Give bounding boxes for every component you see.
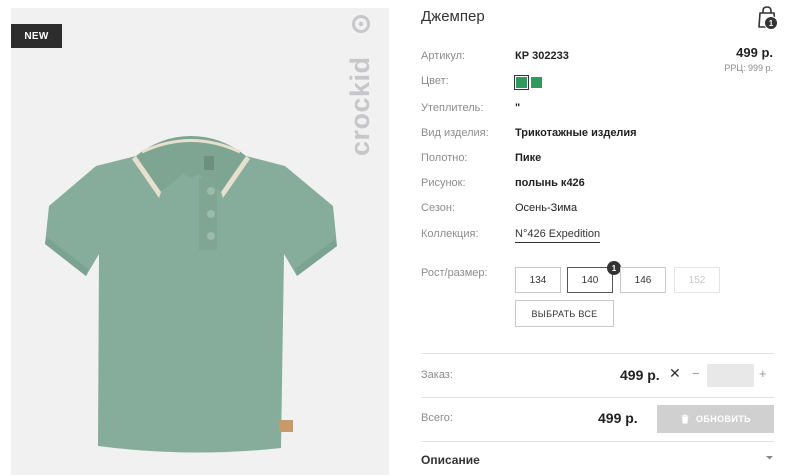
spec-label-season: Сезон: [421, 202, 455, 214]
cart-count-badge: 1 [764, 16, 778, 30]
brand-logo: crockid [345, 15, 375, 156]
spec-label-fabric: Полотно: [421, 152, 468, 164]
increment-button[interactable]: + [759, 366, 767, 381]
collection-link[interactable]: N°426 Expedition [515, 228, 601, 243]
decrement-button[interactable]: − [692, 366, 700, 381]
size-label: Рост/размер: [421, 267, 488, 279]
divider [421, 397, 774, 398]
divider [421, 441, 774, 442]
svg-text:crockid: crockid [345, 56, 375, 156]
polo-shirt-image [45, 136, 337, 453]
description-toggle[interactable]: Описание [421, 453, 480, 467]
update-cart-button[interactable]: ОБНОВИТЬ [657, 405, 774, 433]
order-label: Заказ: [421, 369, 453, 381]
spec-value-article: КР 302233 [515, 50, 569, 62]
spec-value-insulation: " [515, 102, 521, 114]
spec-value-season: Осень-Зима [515, 202, 578, 214]
spec-label-product-type: Вид изделия: [421, 127, 489, 139]
order-price: 499 р. [620, 367, 660, 383]
divider [421, 353, 774, 354]
size-option-152: 152 [674, 267, 720, 293]
spec-label-color: Цвет: [421, 75, 449, 87]
product-image[interactable]: NEW crockid [11, 8, 389, 475]
color-swatch[interactable] [531, 77, 542, 88]
product-rrp: РРЦ: 999 р. [724, 63, 773, 73]
size-option-146[interactable]: 146 [620, 267, 666, 293]
spec-value-product-type: Трикотажные изделия [515, 127, 637, 139]
spec-value-pattern: полынь к426 [515, 177, 585, 189]
cart-icon [681, 414, 689, 424]
spec-label-article: Артикул: [421, 50, 466, 62]
color-swatch-selected[interactable] [514, 75, 529, 90]
quantity-input[interactable] [707, 364, 754, 387]
size-option-134[interactable]: 134 [515, 267, 561, 293]
update-cart-label: ОБНОВИТЬ [695, 414, 752, 424]
total-price: 499 р. [598, 410, 638, 426]
spec-label-insulation: Утеплитель: [421, 102, 484, 114]
spec-label-collection: Коллекция: [421, 228, 479, 240]
select-all-button[interactable]: ВЫБРАТЬ ВСЕ [515, 300, 614, 327]
product-price: 499 р. [736, 45, 773, 60]
chevron-down-icon[interactable] [765, 453, 774, 462]
product-title: Джемпер [421, 8, 485, 25]
spec-value-fabric: Пике [515, 152, 542, 164]
spec-label-pattern: Рисунок: [421, 177, 466, 189]
total-label: Всего: [421, 412, 453, 424]
size-option-140[interactable]: 140 [567, 267, 613, 293]
size-quantity-badge: 1 [607, 261, 621, 275]
multiply-icon: ✕ [669, 365, 681, 381]
new-badge: NEW [11, 24, 62, 48]
